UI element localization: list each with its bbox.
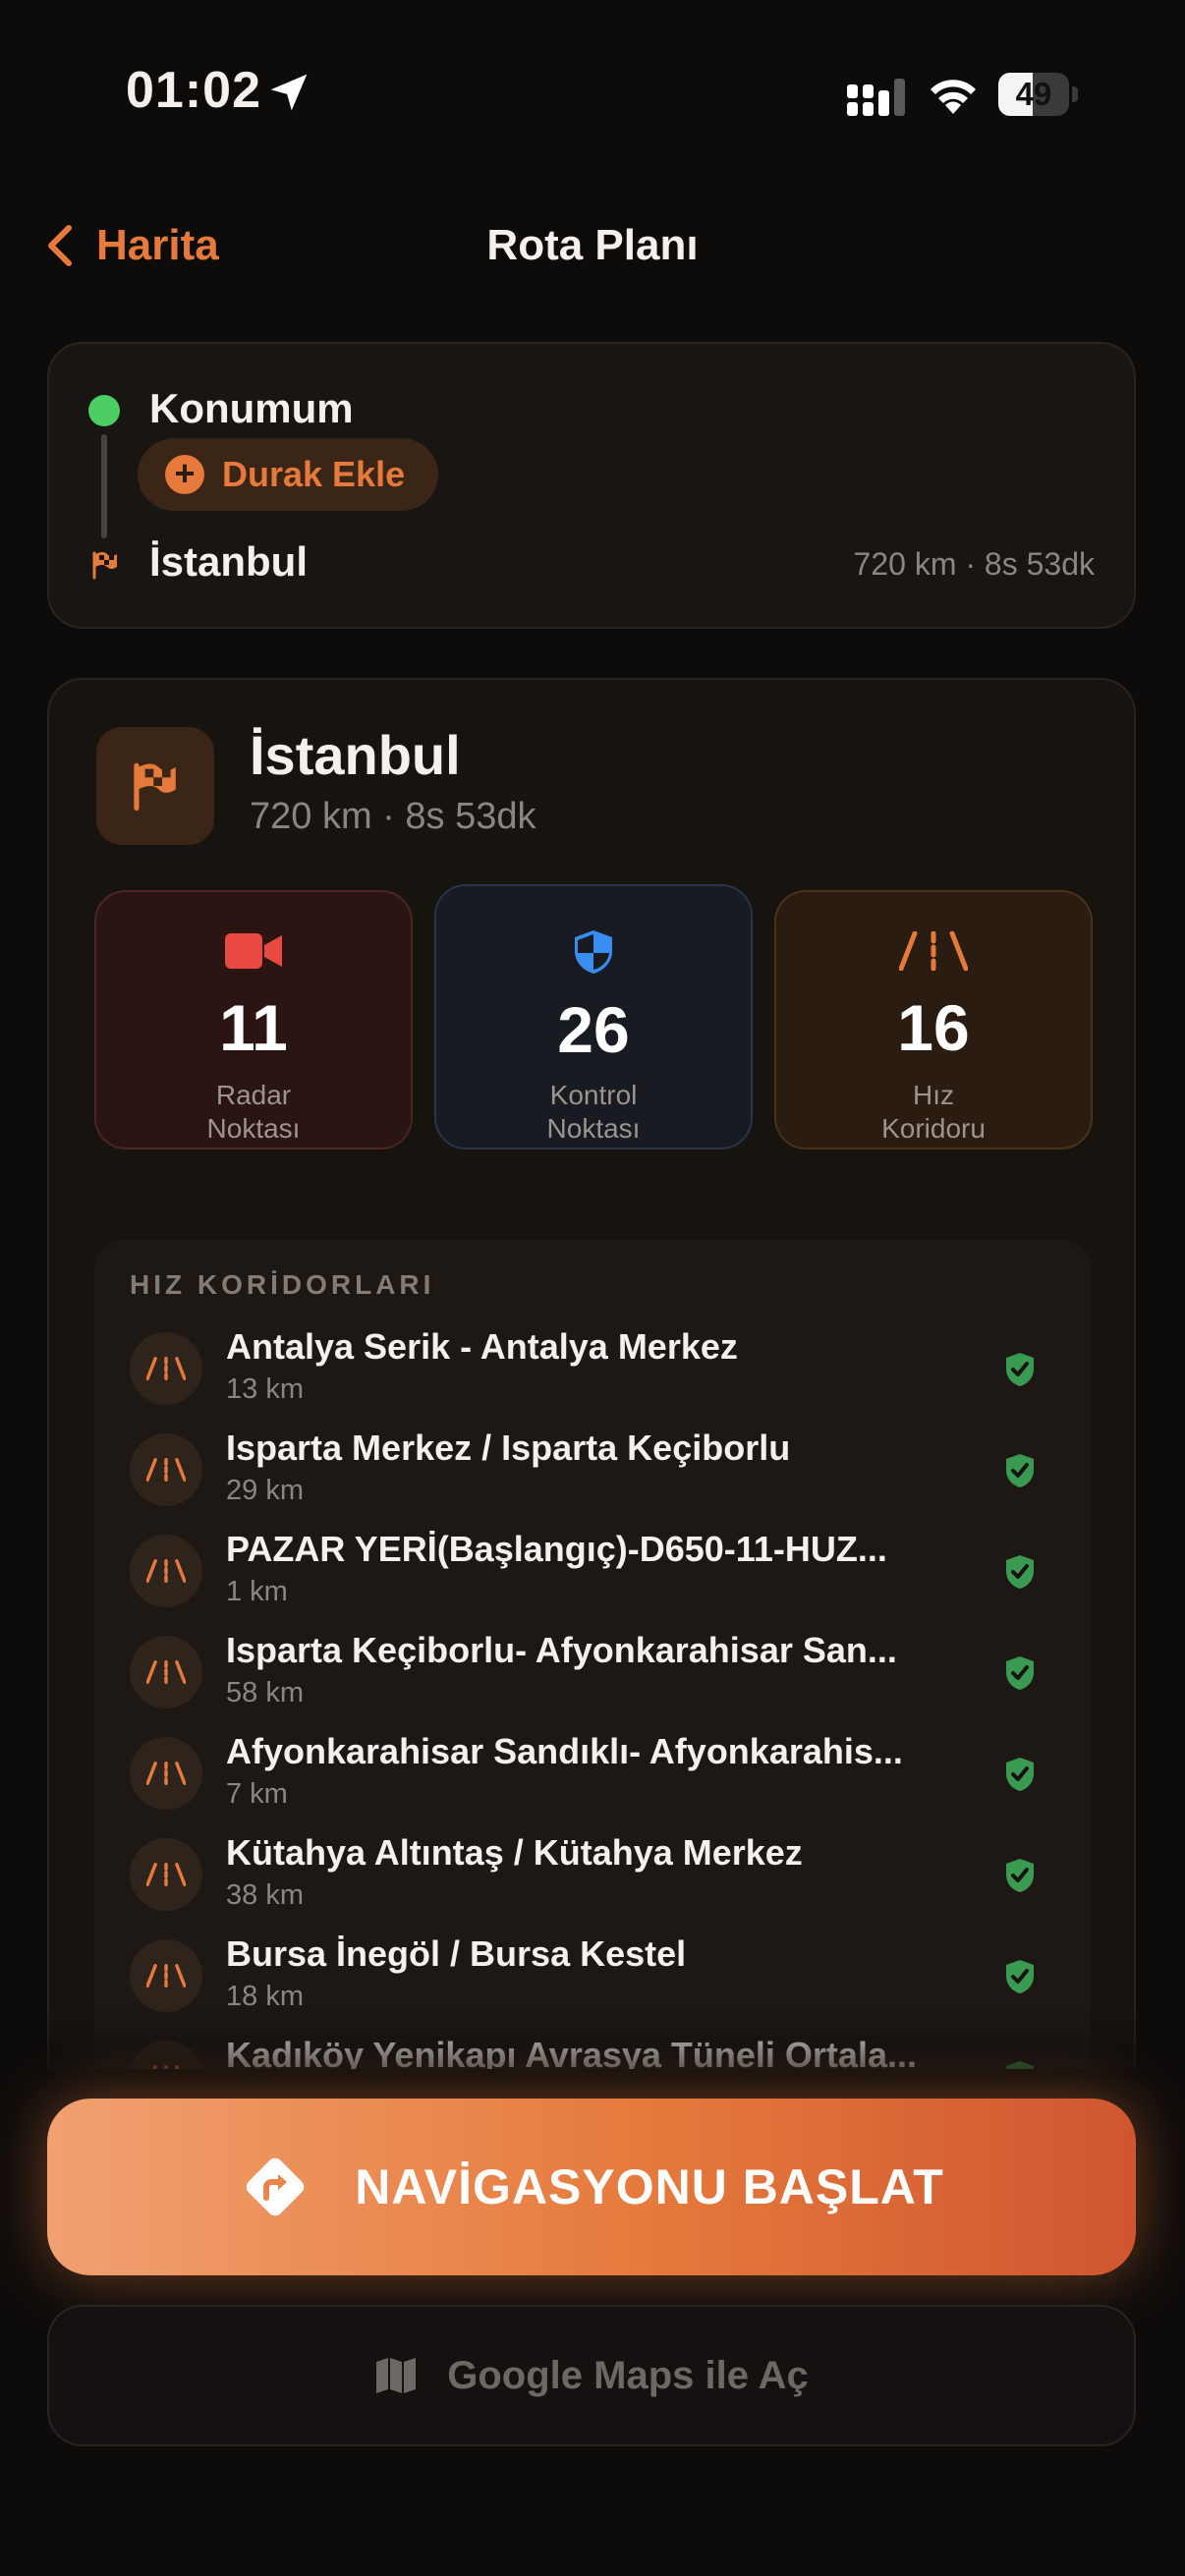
- corridor-distance: 13 km: [226, 1373, 304, 1405]
- map-icon: [376, 2358, 417, 2393]
- origin-dot-icon: [88, 395, 120, 426]
- corridor-distance: 1 km: [226, 1576, 288, 1607]
- route-origin[interactable]: Konumum: [149, 385, 354, 432]
- corridor-row[interactable]: Afyonkarahisar Sandıklı- Afyonkarahis...…: [94, 1719, 1091, 1820]
- destination-name: İstanbul: [250, 724, 461, 786]
- corridor-name: PAZAR YERİ(Başlangıç)-D650-11-HUZ...: [226, 1529, 887, 1569]
- corridor-distance: 58 km: [226, 1677, 304, 1708]
- wifi-icon: [931, 80, 976, 114]
- open-google-maps-button[interactable]: Google Maps ile Aç: [47, 2305, 1136, 2446]
- back-button[interactable]: Harita: [45, 216, 219, 275]
- shield-icon: [575, 930, 612, 974]
- cellular-signal-icon: [847, 79, 905, 116]
- battery-icon: 49: [998, 73, 1079, 116]
- corridor-row[interactable]: Kütahya Altıntaş / Kütahya Merkez 38 km: [94, 1820, 1091, 1922]
- verified-shield-icon: [1004, 1554, 1036, 1590]
- road-icon: [130, 1433, 202, 1506]
- checkpoint-label: Kontrol Noktası: [546, 1080, 641, 1144]
- corridor-name: Kütahya Altıntaş / Kütahya Merkez: [226, 1832, 803, 1873]
- corridor-distance: 29 km: [226, 1475, 304, 1506]
- checkpoint-stat-card[interactable]: 26 Kontrol Noktası: [434, 884, 753, 1149]
- corridor-name: Afyonkarahisar Sandıklı- Afyonkarahis...: [226, 1731, 903, 1771]
- corridor-name: Antalya Serik - Antalya Merkez: [226, 1326, 738, 1367]
- radar-label: Radar Noktası: [206, 1080, 301, 1144]
- route-card: Konumum + Durak Ekle İstanbul 720 km · 8…: [47, 342, 1136, 629]
- verified-shield-icon: [1004, 1858, 1036, 1893]
- verified-shield-icon: [1004, 1757, 1036, 1792]
- plus-icon: +: [165, 455, 204, 494]
- verified-shield-icon: [1004, 1352, 1036, 1387]
- radar-stat-card[interactable]: 11 Radar Noktası: [94, 890, 413, 1149]
- route-summary: 720 km · 8s 53dk: [853, 546, 1095, 582]
- checkpoint-count: 26: [557, 993, 630, 1066]
- corridor-count: 16: [897, 991, 970, 1064]
- destination-meta: 720 km · 8s 53dk: [250, 796, 536, 837]
- corridor-name: Bursa İnegöl / Bursa Kestel: [226, 1933, 687, 1974]
- road-icon: [899, 931, 968, 971]
- corridor-label: Hız Koridoru: [881, 1080, 986, 1144]
- destination-card: İstanbul 720 km · 8s 53dk 11 Radar Noktas…: [47, 678, 1136, 2132]
- corridor-distance: 38 km: [226, 1879, 304, 1911]
- back-button-label: Harita: [96, 221, 219, 269]
- route-connector: [101, 434, 107, 538]
- corridor-row[interactable]: Bursa İnegöl / Bursa Kestel 18 km: [94, 1922, 1091, 2023]
- corridor-stat-card[interactable]: 16 Hız Koridoru: [774, 890, 1093, 1149]
- battery-level: 49: [1015, 76, 1052, 112]
- route-destination[interactable]: İstanbul: [149, 538, 308, 586]
- location-arrow-icon: [270, 74, 308, 111]
- status-time: 01:02: [126, 62, 261, 119]
- corridor-list-heading: HIZ KORİDORLARI: [130, 1269, 435, 1300]
- verified-shield-icon: [1004, 1655, 1036, 1691]
- checkered-flag-icon: [92, 551, 117, 580]
- chevron-left-icon: [48, 225, 72, 266]
- radar-count: 11: [219, 991, 288, 1064]
- start-navigation-button[interactable]: NAVİGASYONU BAŞLAT: [47, 2099, 1136, 2275]
- verified-shield-icon: [1004, 1959, 1036, 1994]
- corridor-name: Isparta Merkez / Isparta Keçiborlu: [226, 1428, 791, 1468]
- corridor-distance: 18 km: [226, 1981, 304, 2012]
- status-bar: 01:02 49: [0, 0, 1185, 187]
- open-google-maps-label: Google Maps ile Aç: [447, 2353, 809, 2397]
- corridor-list: HIZ KORİDORLARI Antalya Serik - Antalya …: [94, 1240, 1091, 2132]
- corridor-row[interactable]: Isparta Keçiborlu- Afyonkarahisar San...…: [94, 1618, 1091, 1719]
- add-stop-button[interactable]: + Durak Ekle: [138, 438, 439, 511]
- camera-icon: [225, 933, 282, 969]
- corridor-row[interactable]: PAZAR YERİ(Başlangıç)-D650-11-HUZ... 1 km: [94, 1517, 1091, 1618]
- corridor-name: Isparta Keçiborlu- Afyonkarahisar San...: [226, 1630, 897, 1670]
- verified-shield-icon: [1004, 1453, 1036, 1488]
- corridor-row[interactable]: Antalya Serik - Antalya Merkez 13 km: [94, 1315, 1091, 1416]
- road-icon: [130, 1838, 202, 1911]
- add-stop-label: Durak Ekle: [222, 454, 406, 494]
- road-icon: [130, 1535, 202, 1607]
- destination-flag-icon: [96, 727, 214, 845]
- road-icon: [130, 1636, 202, 1708]
- corridor-row[interactable]: Isparta Merkez / Isparta Keçiborlu 29 km: [94, 1416, 1091, 1517]
- directions-icon: [247, 2157, 305, 2216]
- start-navigation-label: NAVİGASYONU BAŞLAT: [355, 2159, 944, 2214]
- road-icon: [130, 1332, 202, 1405]
- corridor-distance: 7 km: [226, 1778, 288, 1810]
- road-icon: [130, 1939, 202, 2012]
- road-icon: [130, 1737, 202, 1810]
